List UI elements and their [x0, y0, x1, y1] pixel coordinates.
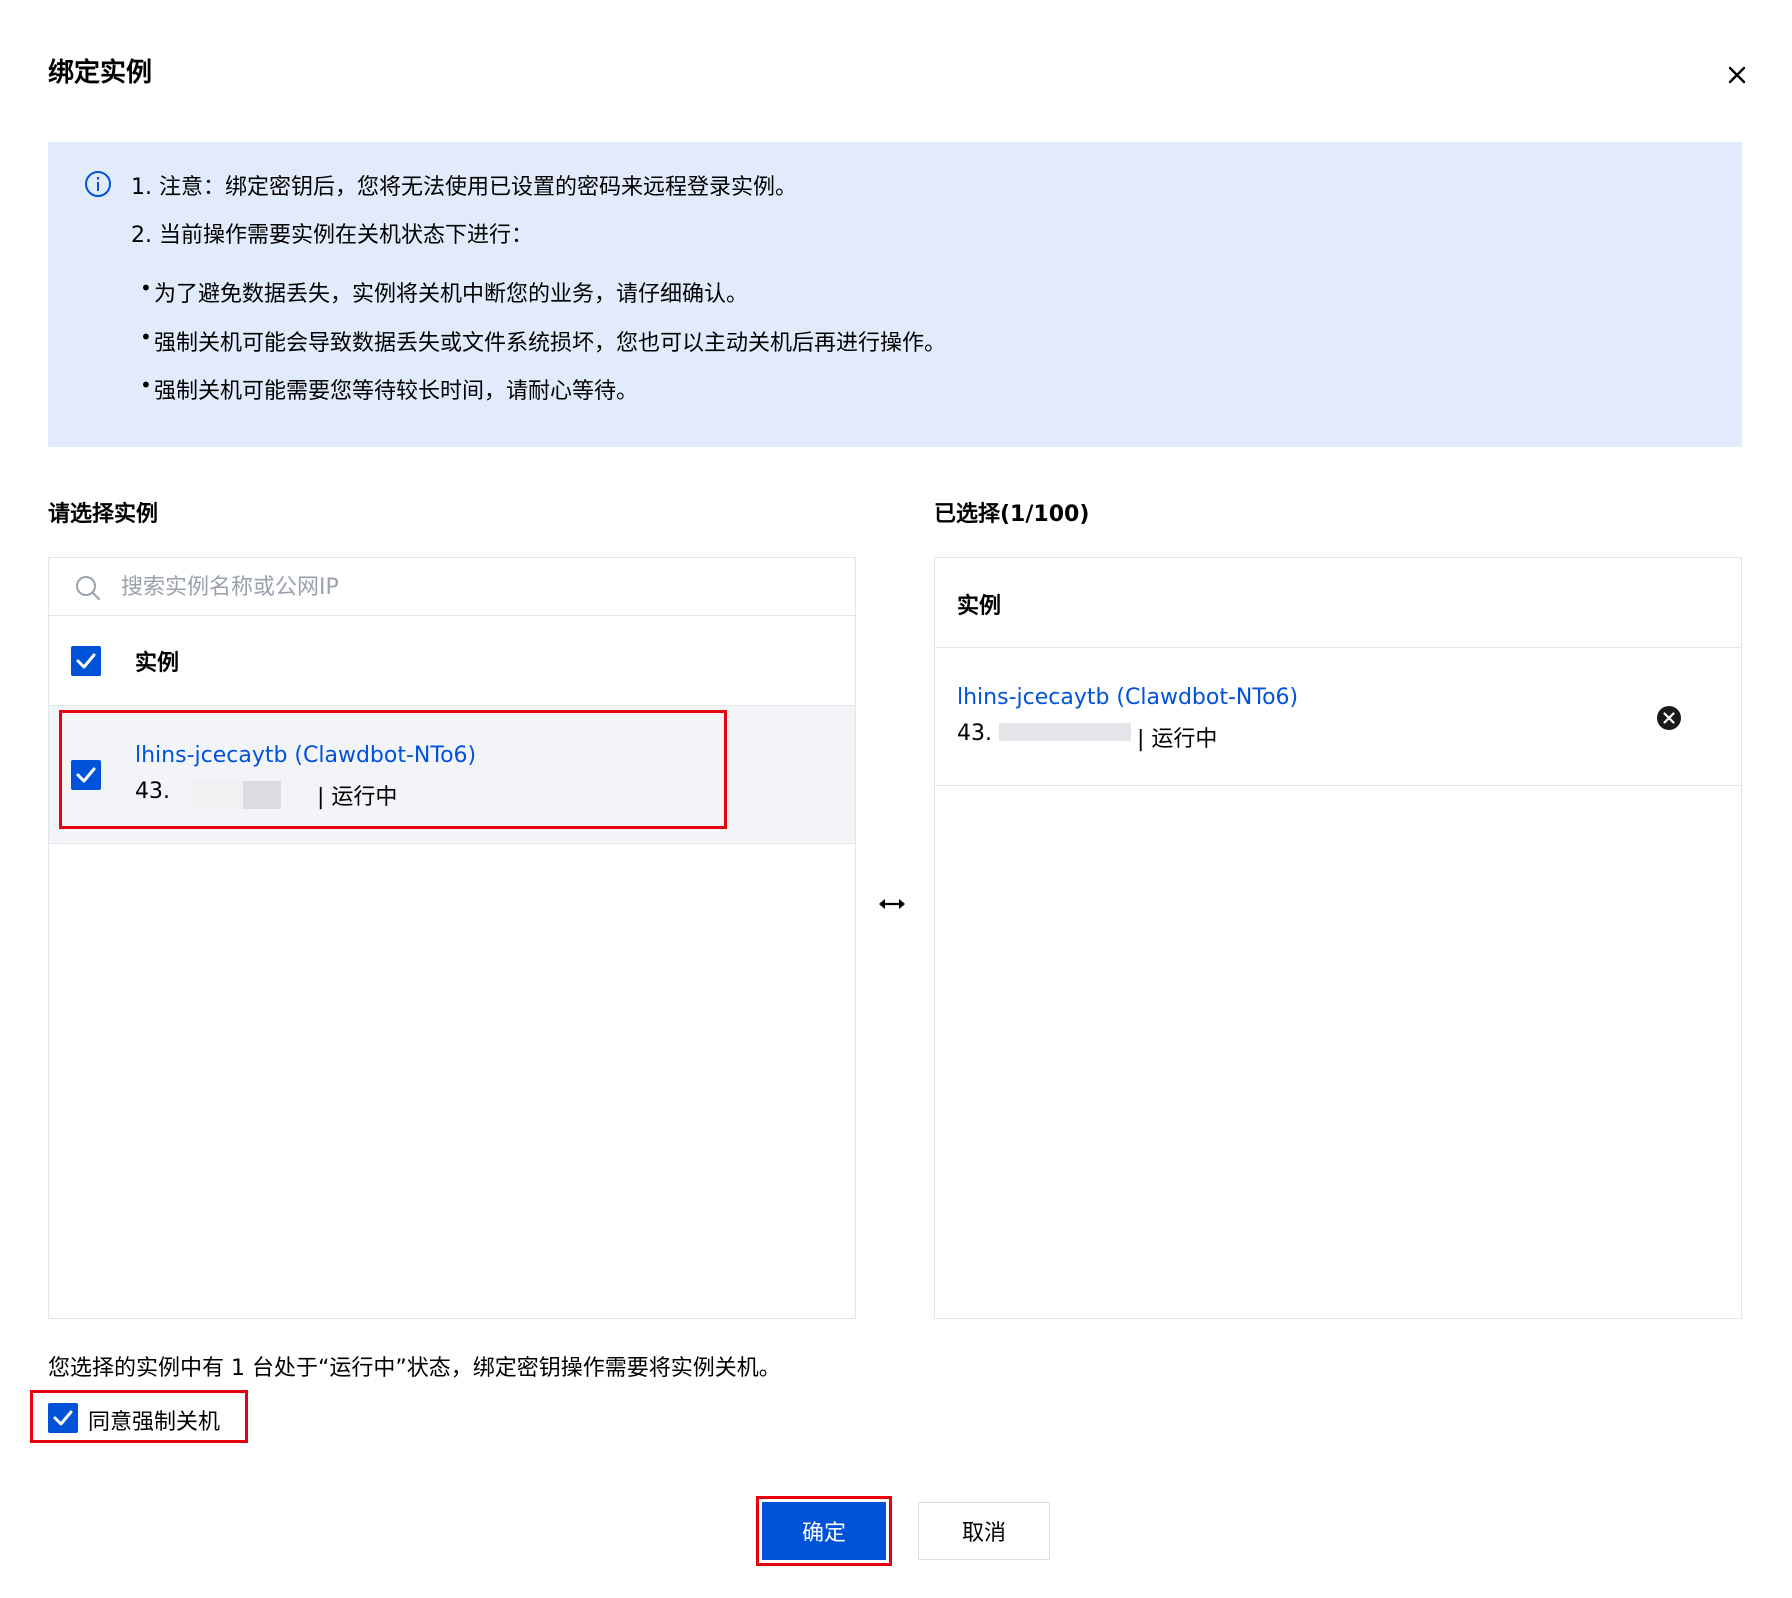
info-icon	[83, 169, 113, 199]
search-bar	[49, 558, 855, 616]
running-warning: 您选择的实例中有 1 台处于“运行中”状态，绑定密钥操作需要将实例关机。	[48, 1356, 781, 1381]
cancel-button[interactable]: 取消	[918, 1502, 1050, 1560]
dialog-title: 绑定实例	[48, 58, 153, 88]
instance-status: | 运行中	[1137, 727, 1218, 752]
notice-box: 1. 注意：绑定密钥后，您将无法使用已设置的密码来远程登录实例。 2. 当前操作…	[48, 142, 1742, 447]
notice-line-1: 1. 注意：绑定密钥后，您将无法使用已设置的密码来远程登录实例。	[131, 175, 797, 200]
annotation-highlight	[30, 1390, 248, 1443]
annotation-highlight	[59, 710, 727, 829]
available-instances-panel: 实例 lhins-jcecaytb (Clawdbot-NTo6) 43. | …	[48, 557, 856, 1319]
close-icon[interactable]	[1722, 60, 1752, 90]
left-panel-label: 请选择实例	[48, 502, 159, 527]
annotation-highlight	[756, 1496, 892, 1566]
remove-icon[interactable]	[1655, 704, 1683, 732]
column-header-instance: 实例	[135, 651, 180, 676]
right-panel-label: 已选择(1/100)	[934, 502, 1090, 527]
ip-redaction	[999, 723, 1131, 741]
table-header: 实例	[935, 558, 1741, 648]
notice-line-2: 2. 当前操作需要实例在关机状态下进行：	[131, 223, 533, 248]
transfer-icon	[876, 894, 908, 914]
search-input[interactable]	[121, 568, 821, 606]
instance-ip: 43.	[957, 721, 992, 746]
column-header-instance: 实例	[957, 594, 1002, 619]
notice-bullet: 为了避免数据丢失，实例将关机中断您的业务，请仔细确认。	[140, 276, 748, 308]
selected-row: lhins-jcecaytb (Clawdbot-NTo6) 43. | 运行中	[935, 648, 1741, 786]
notice-bullet: 强制关机可能需要您等待较长时间，请耐心等待。	[140, 373, 638, 405]
notice-bullet: 强制关机可能会导致数据丢失或文件系统损坏，您也可以主动关机后再进行操作。	[140, 325, 946, 357]
select-all-checkbox[interactable]	[71, 646, 101, 676]
search-icon	[73, 573, 103, 603]
instance-name[interactable]: lhins-jcecaytb (Clawdbot-NTo6)	[957, 685, 1298, 710]
selected-instances-panel: 实例 lhins-jcecaytb (Clawdbot-NTo6) 43. | …	[934, 557, 1742, 1319]
table-header: 实例	[49, 616, 855, 706]
